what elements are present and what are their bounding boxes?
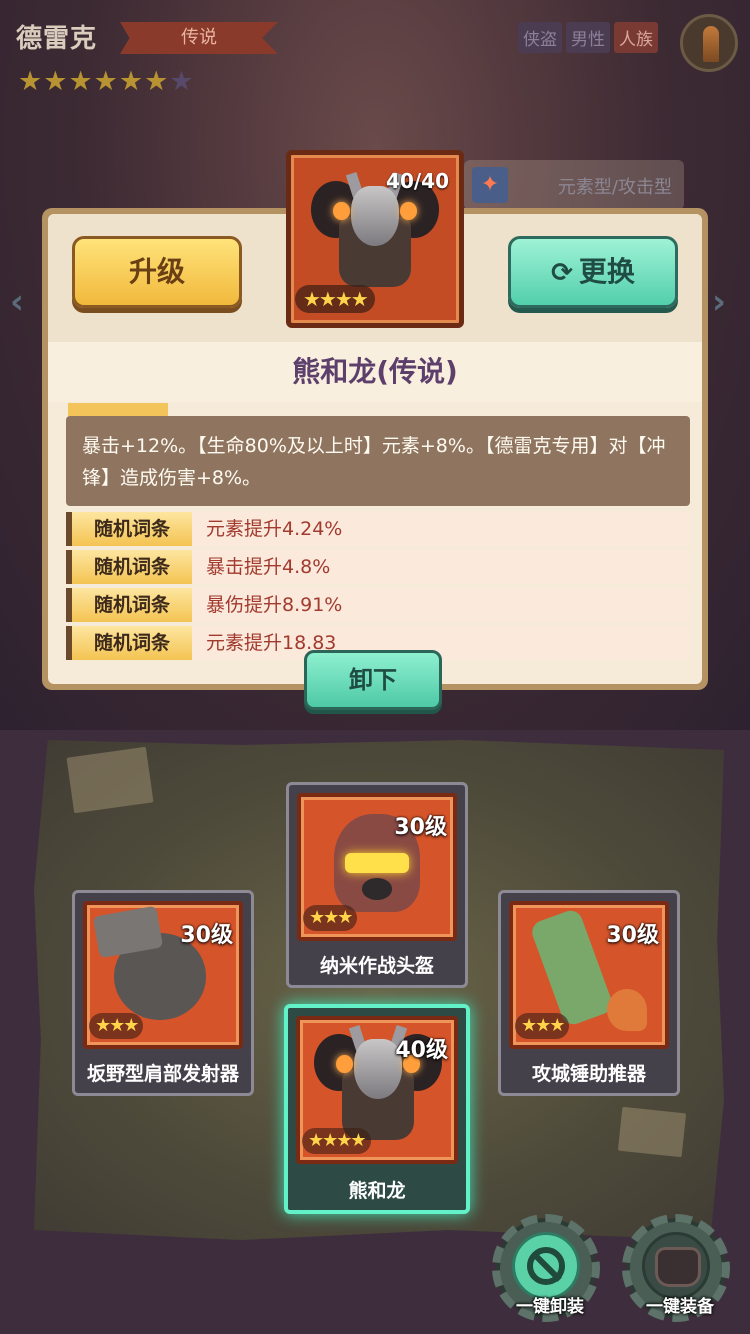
slot-name: 坂野型肩部发射器: [86, 1063, 239, 1085]
affix-row: 随机词条 暴击提升4.8%: [66, 550, 690, 584]
hero-type-box: ✦ 元素型/攻击型: [464, 160, 684, 210]
next-arrow-icon[interactable]: ›: [712, 282, 726, 322]
slot-stars: ★★★: [303, 905, 358, 931]
equip-slot-shoulder[interactable]: 30级 ★★★ 坂野型肩部发射器: [72, 890, 254, 1096]
equip-slot-helmet[interactable]: 30级 ★★★ 纳米作战头盔: [286, 782, 468, 988]
unequip-all-label: 一键卸装: [516, 1297, 584, 1317]
slot-level: 30级: [606, 923, 659, 948]
equip-slot-armor[interactable]: 40级 ★★★★ 熊和龙: [284, 1004, 470, 1214]
affix-label: 随机词条: [66, 588, 192, 622]
scrolled-row: [68, 402, 688, 416]
unequip-button[interactable]: 卸下: [304, 650, 442, 710]
slot-stars: ★★★★: [302, 1128, 371, 1154]
selected-item-stars: ★★★★: [295, 285, 375, 313]
swap-button[interactable]: ⟳ 更换: [508, 236, 678, 308]
affix-value: 元素提升4.24%: [206, 518, 343, 540]
sticky-note: [617, 1106, 687, 1158]
tag-gender: 男性: [566, 22, 610, 53]
unequip-all-button[interactable]: 一键卸装: [492, 1214, 600, 1322]
star-icon: ★: [18, 66, 43, 97]
tag-race: 人族: [614, 22, 658, 53]
star-icon: ★: [68, 66, 93, 97]
slot-stars: ★★★: [89, 1013, 144, 1039]
affix-label: 随机词条: [66, 550, 192, 584]
prev-arrow-icon[interactable]: ‹: [10, 282, 24, 322]
affix-label: 随机词条: [66, 512, 192, 546]
hero-type-label: 元素型/攻击型: [557, 177, 672, 198]
ban-icon: [527, 1247, 565, 1285]
affix-label: 随机词条: [66, 626, 192, 660]
wrench-icon: ✦: [472, 167, 508, 203]
tag-class: 侠盗: [518, 22, 562, 53]
armor-vest-icon: [655, 1247, 701, 1287]
selected-item-level: 40/40: [386, 169, 449, 193]
affix-value: 暴击提升4.8%: [206, 556, 331, 578]
refresh-icon: ⟳: [551, 258, 573, 288]
slot-level: 30级: [180, 923, 233, 948]
slot-level: 30级: [394, 815, 447, 840]
hero-tags: 侠盗 男性 人族: [518, 22, 658, 53]
star-icon: ★: [118, 66, 144, 97]
swap-label: 更换: [578, 255, 635, 288]
item-description: 暴击+12%。【生命80%及以上时】元素+8%。【德雷克专用】对【冲锋】造成伤害…: [66, 416, 690, 506]
affix-row: 随机词条 暴伤提升8.91%: [66, 588, 690, 622]
sticky-note: [66, 746, 154, 814]
equip-all-button[interactable]: 一键装备: [622, 1214, 730, 1322]
bullet-icon[interactable]: [680, 14, 738, 72]
star-icon: ★: [144, 66, 169, 97]
equip-all-label: 一键装备: [646, 1297, 714, 1317]
upgrade-button[interactable]: 升级: [72, 236, 242, 308]
star-icon: ★: [43, 66, 68, 97]
star-icon: ★: [93, 66, 118, 97]
item-title: 熊和龙(传说): [48, 342, 702, 402]
slot-name: 攻城锤助推器: [531, 1063, 646, 1085]
star-icon: ★: [169, 66, 194, 97]
selected-item-card: 40/40 ★★★★: [286, 150, 464, 328]
slot-level: 40级: [395, 1038, 448, 1063]
slot-name: 纳米作战头盔: [319, 955, 434, 977]
equip-slot-booster[interactable]: 30级 ★★★ 攻城锤助推器: [498, 890, 680, 1096]
rarity-ribbon: 传说: [120, 22, 278, 54]
affix-value: 暴伤提升8.91%: [206, 594, 343, 616]
slot-stars: ★★★: [515, 1013, 570, 1039]
slot-name: 熊和龙: [348, 1180, 406, 1202]
hero-stars: ★ ★ ★ ★ ★ ★ ★: [18, 68, 194, 95]
hero-name: 德雷克: [16, 24, 98, 54]
affix-row: 随机词条 元素提升4.24%: [66, 512, 690, 546]
